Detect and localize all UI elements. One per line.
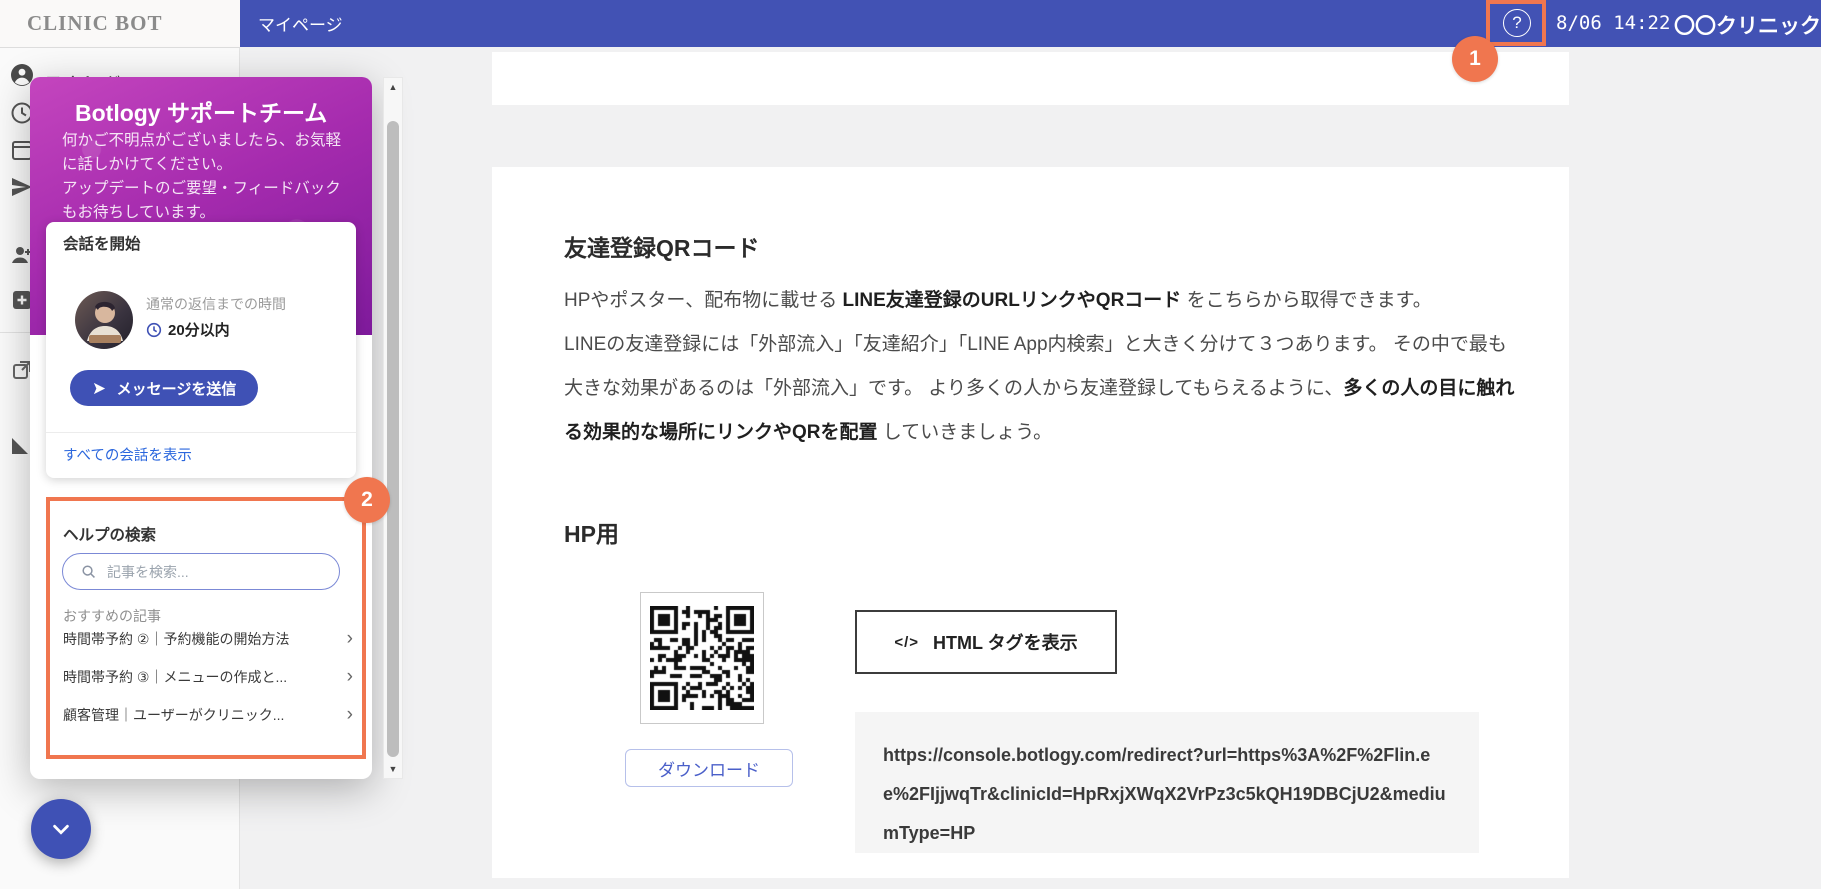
- qr-url-text: https://console.botlogy.com/redirect?url…: [855, 712, 1479, 853]
- send-arrow-icon: [93, 382, 105, 394]
- annotation-highlight-help-search: [46, 497, 366, 759]
- start-conversation-card: 会話を開始 通常の返信までの時間 20分以内 メッセージを送信 すべての会話を表…: [46, 222, 356, 478]
- send-message-button[interactable]: メッセージを送信: [70, 370, 258, 406]
- widget-scrollbar[interactable]: ▲ ▼: [383, 77, 403, 779]
- hp-heading: HP用: [564, 521, 619, 547]
- annotation-badge-2: 2: [344, 477, 390, 523]
- download-button[interactable]: ダウンロード: [625, 749, 793, 787]
- brand-logo: CLINIC BOT: [27, 11, 163, 35]
- chat-launcher-button[interactable]: [31, 799, 91, 859]
- content-card-qr: 友達登録QRコード HPやポスター、配布物に載せる LINE友達登録のURLリン…: [492, 167, 1569, 878]
- all-conversations-link[interactable]: すべての会話を表示: [63, 444, 192, 465]
- chevron-down-icon: [53, 824, 69, 835]
- start-conversation-heading: 会話を開始: [63, 236, 141, 253]
- intro-text: HPやポスター、配布物に載せる LINE友達登録のURLリンクやQRコード をこ…: [564, 279, 1516, 455]
- support-team-description: 何かご不明点がございましたら、お気軽に話しかけてください。 アップデートのご要望…: [62, 132, 342, 221]
- screen: CLINIC BOT マイページ ? 8/06 14:22 〇〇クリニック 1 …: [0, 0, 1821, 889]
- code-icon: </>: [894, 633, 919, 651]
- scrollbar-thumb[interactable]: [387, 121, 399, 757]
- reply-time-label: 通常の返信までの時間: [146, 296, 286, 312]
- top-nav-bar: マイページ ? 8/06 14:22 〇〇クリニック: [240, 0, 1821, 47]
- brand-panel: CLINIC BOT: [0, 0, 240, 48]
- intro-paragraph-2: LINEの友達登録には「外部流入」「友達紹介」「LINE App内検索」と大きく…: [564, 334, 1515, 443]
- scroll-down-icon[interactable]: ▼: [384, 764, 402, 774]
- content-card-top: [492, 52, 1569, 105]
- intro-paragraph-1: HPやポスター、配布物に載せる LINE友達登録のURLリンクやQRコード をこ…: [564, 290, 1432, 311]
- qr-code-canvas: [650, 606, 754, 710]
- header-datetime: 8/06 14:22: [1556, 12, 1671, 34]
- scroll-up-icon[interactable]: ▲: [384, 82, 402, 92]
- annotation-highlight-help: [1486, 0, 1546, 46]
- support-team-title: Botlogy サポートチーム: [75, 100, 328, 126]
- clinic-name-menu[interactable]: 〇〇クリニック: [1674, 10, 1821, 40]
- clock-small-icon: [146, 322, 162, 337]
- agent-avatar: [75, 291, 133, 349]
- show-html-tag-label: HTML タグを表示: [933, 633, 1078, 653]
- page-title: マイページ: [258, 16, 343, 35]
- collapse-triangle-icon[interactable]: [12, 438, 28, 454]
- card-divider: [46, 432, 356, 433]
- annotation-badge-1: 1: [1452, 36, 1498, 82]
- section-title: 友達登録QRコード: [564, 235, 760, 261]
- reply-time-value: 20分以内: [146, 319, 230, 340]
- qr-code: [640, 592, 764, 724]
- show-html-tag-button[interactable]: </> HTML タグを表示: [855, 610, 1117, 674]
